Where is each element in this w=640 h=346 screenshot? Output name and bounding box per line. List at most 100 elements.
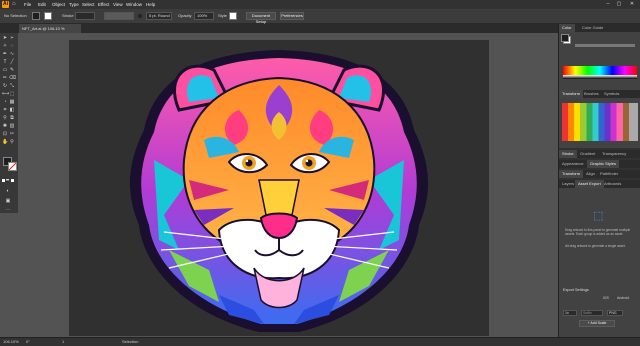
tab-color-guide[interactable]: Color Guide xyxy=(579,24,606,32)
shape-builder-icon[interactable]: ◔ xyxy=(2,99,8,105)
asset-export-hint-alt: Alt drag artwork to generate a single as… xyxy=(565,244,626,248)
document-tab-bar xyxy=(0,24,558,33)
close-window-icon[interactable]: ✕ xyxy=(627,0,637,9)
export-settings-label[interactable]: Export Settings xyxy=(563,288,589,292)
tab-pathfinder[interactable]: Pathfinder xyxy=(597,170,621,178)
tab-appearance[interactable]: Appearance xyxy=(559,160,587,168)
line-tool-icon[interactable]: ╱ xyxy=(9,59,15,65)
menu-help[interactable]: Help xyxy=(146,0,155,9)
menu-type[interactable]: Type xyxy=(69,0,79,9)
asset-export-icon: ⬚ xyxy=(593,210,604,222)
scale-dropdown[interactable]: 1x xyxy=(563,310,577,316)
symbol-sprayer-icon[interactable]: ✺ xyxy=(2,123,8,129)
menu-edit[interactable]: Edit xyxy=(38,0,46,9)
variable-width-field[interactable] xyxy=(104,12,134,20)
menu-file[interactable]: File xyxy=(24,0,31,9)
stroke-color-box[interactable] xyxy=(8,162,17,171)
screen-mode-icon[interactable]: ▣ xyxy=(5,198,11,204)
rectangle-tool-icon[interactable]: ▭ xyxy=(2,67,8,73)
paintbrush-icon[interactable]: ✎ xyxy=(9,67,15,73)
menu-bar: Ai ⌂ File Edit Object Type Select Effect… xyxy=(0,0,640,9)
fill-swatch[interactable] xyxy=(32,12,40,20)
color-mode-icons[interactable] xyxy=(2,178,16,182)
hand-tool-icon[interactable]: ✋ xyxy=(2,139,8,145)
tab-artboards[interactable]: Artboards xyxy=(601,180,624,188)
opacity-field[interactable]: 100% xyxy=(194,12,214,20)
edit-toolbar-icon[interactable]: ⋯ xyxy=(5,207,11,213)
free-transform-icon[interactable]: ⬚ xyxy=(9,91,15,97)
add-scale-button[interactable]: + Add Scale xyxy=(579,320,615,327)
selection-status: No Selection xyxy=(4,13,27,18)
menu-select[interactable]: Select xyxy=(82,0,95,9)
document-tab[interactable]: NFT_Art.ai @ 106.10 % (RGB/Preview) × xyxy=(19,24,81,40)
draw-mode-icon[interactable]: ◐ xyxy=(5,188,11,194)
slice-tool-icon[interactable]: ✂ xyxy=(9,131,15,137)
ios-label[interactable]: iOS xyxy=(603,296,609,300)
pen-tool-icon[interactable]: ✒ xyxy=(2,51,8,57)
artboard[interactable] xyxy=(69,40,489,336)
tab-color[interactable]: Color xyxy=(559,24,575,32)
zoom-tool-icon[interactable]: ⚲ xyxy=(9,139,15,145)
right-panel-dock: Color Color Guide Transform Brushes Symb… xyxy=(558,24,640,337)
tab-stroke[interactable]: Stroke xyxy=(559,150,577,158)
minimize-icon[interactable]: – xyxy=(603,0,613,9)
swatch-grid[interactable] xyxy=(562,103,638,141)
direct-selection-tool-icon[interactable]: ➢ xyxy=(9,35,15,41)
preferences-button[interactable]: Preferences xyxy=(280,12,304,20)
app-logo: Ai xyxy=(2,1,9,8)
menu-object[interactable]: Object xyxy=(52,0,65,9)
color-spectrum[interactable] xyxy=(563,66,637,75)
gradient-tool-icon[interactable]: ◧ xyxy=(9,107,15,113)
maximize-icon[interactable]: ▢ xyxy=(614,0,624,9)
document-setup-button[interactable]: Document Setup xyxy=(246,12,276,24)
android-label[interactable]: Android xyxy=(617,296,629,300)
magic-wand-icon[interactable]: ✧ xyxy=(2,43,8,49)
color-panel xyxy=(559,32,640,90)
mesh-tool-icon[interactable]: ⌗ xyxy=(2,107,8,113)
menu-view[interactable]: View xyxy=(113,0,123,9)
perspective-grid-icon[interactable]: ▦ xyxy=(9,99,15,105)
style-swatch[interactable] xyxy=(229,12,237,20)
tab-graphic-styles[interactable]: Graphic Styles xyxy=(587,160,620,168)
tab-align[interactable]: Align xyxy=(583,170,598,178)
menu-effect[interactable]: Effect xyxy=(98,0,109,9)
width-tool-icon[interactable]: ⟷ xyxy=(2,91,9,97)
eraser-icon[interactable]: ⌫ xyxy=(9,75,16,81)
scale-tool-icon[interactable]: ⤡ xyxy=(9,83,15,89)
rotate-tool-icon[interactable]: ↻ xyxy=(2,83,8,89)
artboard-tool-icon[interactable]: ⊡ xyxy=(2,131,8,137)
selection-tool-icon[interactable]: ➤ xyxy=(2,35,8,41)
format-dropdown[interactable]: PNG xyxy=(607,310,623,316)
type-tool-icon[interactable]: T xyxy=(2,59,8,65)
tab-asset-export[interactable]: Asset Export xyxy=(575,180,604,188)
color-fill-box[interactable] xyxy=(561,34,569,42)
control-bar: No Selection Stroke 5 pt. Round Opacity … xyxy=(0,9,640,24)
color-slider[interactable] xyxy=(575,44,635,47)
pencil-icon[interactable]: ✏ xyxy=(2,75,8,81)
stroke-swatch[interactable] xyxy=(44,12,52,20)
menu-window[interactable]: Window xyxy=(126,0,142,9)
brush-dot-icon xyxy=(138,14,142,18)
tab-transparency[interactable]: Transparency xyxy=(599,150,629,158)
brush-style-dropdown[interactable]: 5 pt. Round xyxy=(146,12,172,20)
asset-export-hint: Drag artwork to this panel to generate m… xyxy=(565,228,631,236)
tab-brushes[interactable]: Brushes xyxy=(581,90,602,98)
stroke-label: Stroke xyxy=(62,13,74,18)
opacity-label: Opacity xyxy=(178,13,192,18)
tab-gradient[interactable]: Gradient xyxy=(577,150,598,158)
blend-tool-icon[interactable]: ⧉ xyxy=(9,115,15,121)
home-icon[interactable]: ⌂ xyxy=(12,1,19,8)
suffix-field[interactable]: Suffix xyxy=(581,310,603,316)
tab-transform[interactable]: Transform xyxy=(559,170,584,178)
color-ramp[interactable] xyxy=(563,75,637,79)
stroke-weight-field[interactable] xyxy=(75,12,95,20)
graph-tool-icon[interactable]: ▥ xyxy=(9,123,15,129)
asset-export-panel: ⬚ Drag artwork to this panel to generate… xyxy=(559,188,640,337)
lasso-icon[interactable]: ◌ xyxy=(9,43,15,49)
curvature-tool-icon[interactable]: ∿ xyxy=(9,51,15,57)
tab-swatches[interactable]: Transform xyxy=(559,90,584,98)
tab-symbols[interactable]: Symbols xyxy=(601,90,622,98)
tiger-artwork xyxy=(129,50,429,332)
tools-panel: ➤ ➢ ✧ ◌ ✒ ∿ T ╱ ▭ ✎ ✏ ⌫ ↻ ⤡ ⟷ ⬚ ◔ ▦ ⌗ ◧ … xyxy=(0,33,19,213)
eyedropper-icon[interactable]: ⚲ xyxy=(2,115,8,121)
